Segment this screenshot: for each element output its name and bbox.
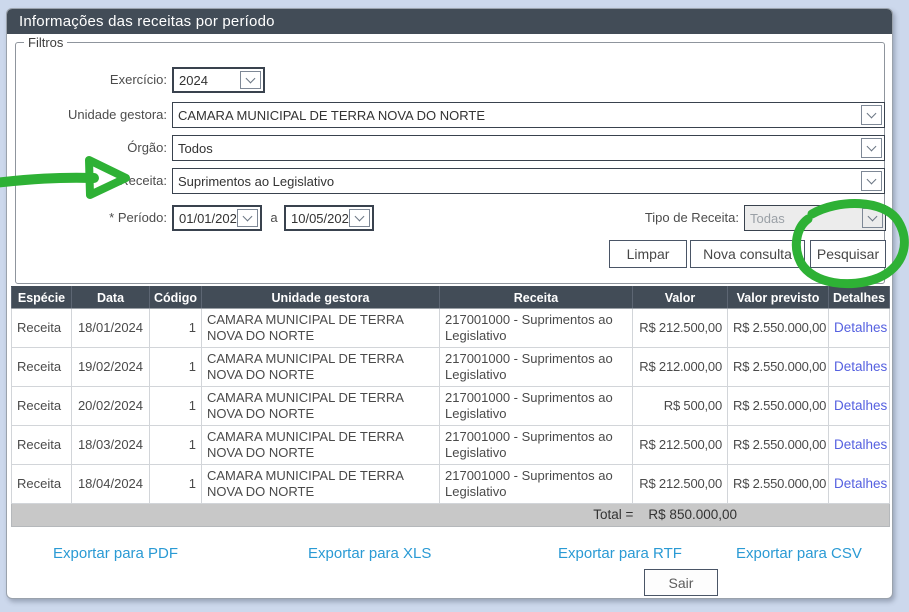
exercicio-select[interactable]: 2024 <box>172 67 265 93</box>
cell-receita: 217001000 - Suprimentos ao Legislativo <box>440 387 633 426</box>
cell-especie: Receita <box>12 348 72 387</box>
cell-especie: Receita <box>12 465 72 504</box>
cell-receita: 217001000 - Suprimentos ao Legislativo <box>440 426 633 465</box>
limpar-button[interactable]: Limpar <box>609 240 687 268</box>
main-window: Informações das receitas por período Fil… <box>6 8 893 599</box>
periodo-to-select[interactable]: 10/05/2024 <box>284 205 374 231</box>
pesquisar-button[interactable]: Pesquisar <box>810 240 886 268</box>
table-row: Receita 20/02/2024 1 CAMARA MUNICIPAL DE… <box>12 387 890 426</box>
export-xls-link[interactable]: Exportar para XLS <box>308 545 431 562</box>
header-receita: Receita <box>440 287 633 309</box>
window-title: Informações das receitas por período <box>7 9 892 34</box>
cell-data: 18/01/2024 <box>72 309 150 348</box>
exercicio-value: 2024 <box>174 73 240 88</box>
cell-data: 18/03/2024 <box>72 426 150 465</box>
orgao-label: Órgão: <box>16 135 167 161</box>
header-detalhes: Detalhes <box>829 287 890 309</box>
tipo-receita-label: Tipo de Receita: <box>576 205 739 231</box>
cell-unidade-gestora: CAMARA MUNICIPAL DE TERRA NOVA DO NORTE <box>202 465 440 504</box>
export-pdf-link[interactable]: Exportar para PDF <box>53 545 178 562</box>
unidade-gestora-label: Unidade gestora: <box>16 102 167 128</box>
chevron-down-icon <box>237 209 258 227</box>
periodo-label: * Período: <box>16 205 167 231</box>
periodo-separator: a <box>266 205 282 231</box>
header-valor-previsto: Valor previsto <box>728 287 829 309</box>
receita-select[interactable]: Suprimentos ao Legislativo <box>172 168 885 194</box>
table-header-row: Espécie Data Código Unidade gestora Rece… <box>12 287 890 309</box>
header-unidade-gestora: Unidade gestora <box>202 287 440 309</box>
cell-receita: 217001000 - Suprimentos ao Legislativo <box>440 348 633 387</box>
results-table: Espécie Data Código Unidade gestora Rece… <box>11 286 890 527</box>
cell-valor-previsto: R$ 2.550.000,00 <box>728 426 829 465</box>
cell-data: 18/04/2024 <box>72 465 150 504</box>
total-label: Total = <box>593 507 633 523</box>
cell-receita: 217001000 - Suprimentos ao Legislativo <box>440 465 633 504</box>
cell-especie: Receita <box>12 387 72 426</box>
cell-codigo: 1 <box>150 465 202 504</box>
receita-label: Receita: <box>16 168 167 194</box>
nova-consulta-button[interactable]: Nova consulta <box>690 240 805 268</box>
table-row: Receita 19/02/2024 1 CAMARA MUNICIPAL DE… <box>12 348 890 387</box>
table-row: Receita 18/03/2024 1 CAMARA MUNICIPAL DE… <box>12 426 890 465</box>
filters-fieldset: Filtros Exercício: 2024 Unidade gestora:… <box>15 42 885 284</box>
chevron-down-icon <box>240 71 261 89</box>
cell-valor: R$ 212.000,00 <box>633 348 728 387</box>
cell-data: 19/02/2024 <box>72 348 150 387</box>
header-data: Data <box>72 287 150 309</box>
cell-valor-previsto: R$ 2.550.000,00 <box>728 309 829 348</box>
detalhes-link[interactable]: Detalhes <box>834 359 887 374</box>
unidade-gestora-value: CAMARA MUNICIPAL DE TERRA NOVA DO NORTE <box>173 108 861 123</box>
chevron-down-icon <box>862 208 883 228</box>
orgao-value: Todos <box>173 141 861 156</box>
header-valor: Valor <box>633 287 728 309</box>
chevron-down-icon <box>861 105 882 125</box>
periodo-to-value: 10/05/2024 <box>286 211 349 226</box>
cell-valor: R$ 212.500,00 <box>633 309 728 348</box>
cell-valor: R$ 212.500,00 <box>633 426 728 465</box>
cell-especie: Receita <box>12 309 72 348</box>
chevron-down-icon <box>861 138 882 158</box>
periodo-from-select[interactable]: 01/01/2024 <box>172 205 262 231</box>
cell-codigo: 1 <box>150 426 202 465</box>
header-especie: Espécie <box>12 287 72 309</box>
table-row: Receita 18/04/2024 1 CAMARA MUNICIPAL DE… <box>12 465 890 504</box>
filters-legend: Filtros <box>24 35 67 50</box>
unidade-gestora-select[interactable]: CAMARA MUNICIPAL DE TERRA NOVA DO NORTE <box>172 102 885 128</box>
periodo-from-value: 01/01/2024 <box>174 211 237 226</box>
cell-codigo: 1 <box>150 387 202 426</box>
cell-valor-previsto: R$ 2.550.000,00 <box>728 348 829 387</box>
chevron-down-icon <box>861 171 882 191</box>
cell-unidade-gestora: CAMARA MUNICIPAL DE TERRA NOVA DO NORTE <box>202 426 440 465</box>
cell-codigo: 1 <box>150 309 202 348</box>
export-csv-link[interactable]: Exportar para CSV <box>736 545 862 562</box>
cell-valor: R$ 500,00 <box>633 387 728 426</box>
sair-button[interactable]: Sair <box>644 569 718 596</box>
total-value: R$ 850.000,00 <box>648 507 737 523</box>
cell-valor-previsto: R$ 2.550.000,00 <box>728 465 829 504</box>
export-rtf-link[interactable]: Exportar para RTF <box>558 545 682 562</box>
cell-valor-previsto: R$ 2.550.000,00 <box>728 387 829 426</box>
cell-unidade-gestora: CAMARA MUNICIPAL DE TERRA NOVA DO NORTE <box>202 309 440 348</box>
cell-codigo: 1 <box>150 348 202 387</box>
header-codigo: Código <box>150 287 202 309</box>
cell-especie: Receita <box>12 426 72 465</box>
tipo-receita-select: Todas <box>744 205 886 231</box>
detalhes-link[interactable]: Detalhes <box>834 320 887 335</box>
cell-receita: 217001000 - Suprimentos ao Legislativo <box>440 309 633 348</box>
cell-unidade-gestora: CAMARA MUNICIPAL DE TERRA NOVA DO NORTE <box>202 387 440 426</box>
chevron-down-icon <box>349 209 370 227</box>
tipo-receita-value: Todas <box>745 211 862 226</box>
cell-data: 20/02/2024 <box>72 387 150 426</box>
detalhes-link[interactable]: Detalhes <box>834 437 887 452</box>
detalhes-link[interactable]: Detalhes <box>834 476 887 491</box>
total-row: Total = R$ 850.000,00 <box>12 504 890 527</box>
table-row: Receita 18/01/2024 1 CAMARA MUNICIPAL DE… <box>12 309 890 348</box>
orgao-select[interactable]: Todos <box>172 135 885 161</box>
cell-valor: R$ 212.500,00 <box>633 465 728 504</box>
receita-value: Suprimentos ao Legislativo <box>173 174 861 189</box>
cell-unidade-gestora: CAMARA MUNICIPAL DE TERRA NOVA DO NORTE <box>202 348 440 387</box>
exercicio-label: Exercício: <box>16 67 167 93</box>
detalhes-link[interactable]: Detalhes <box>834 398 887 413</box>
